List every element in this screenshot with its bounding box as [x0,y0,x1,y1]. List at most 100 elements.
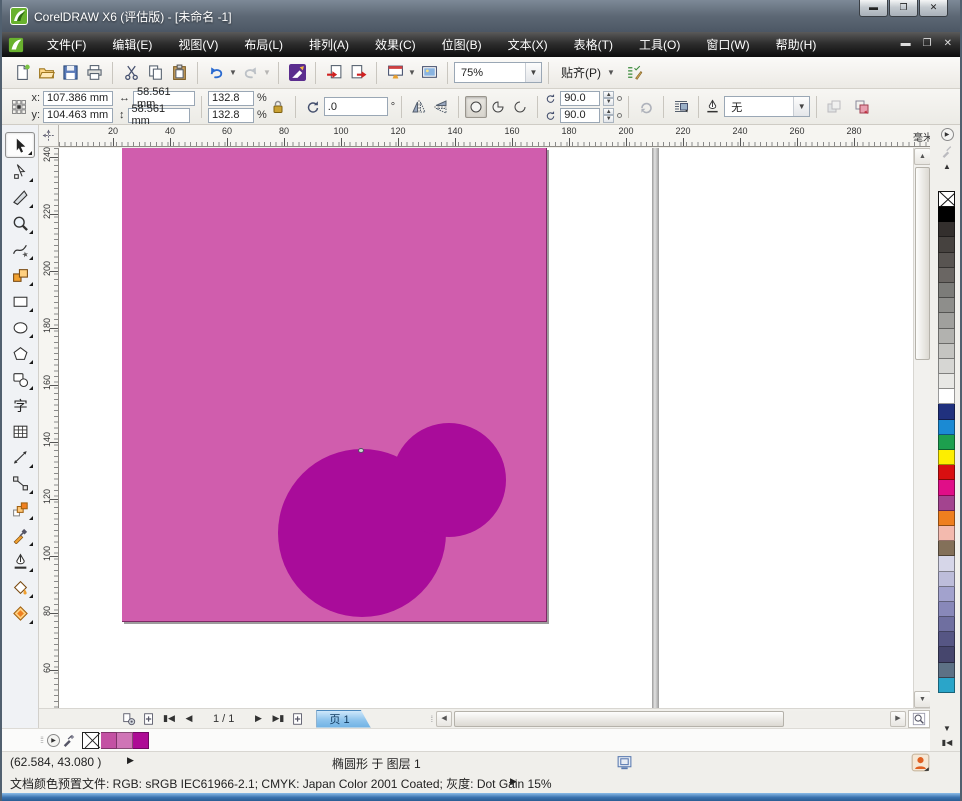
color-swatch-19[interactable] [938,496,955,511]
color-swatch-22[interactable] [938,541,955,556]
menu-item-10[interactable]: 窗口(W) [693,32,762,57]
end-angle-field[interactable]: 90.0 [560,108,600,123]
ellipse-mode-button[interactable] [465,96,487,118]
previous-page-button[interactable]: ◀ [179,713,199,724]
new-document-button[interactable] [10,61,34,85]
profile-flyout-arrow[interactable]: ▶ [510,776,517,787]
color-swatch-3[interactable] [938,253,955,268]
ellipse-node-marker[interactable] [358,448,364,453]
palette-grip[interactable]: ⁞⁞ [40,735,43,745]
scale-y-field[interactable]: 132.8 [208,108,254,123]
zoom-tool[interactable] [5,210,35,236]
change-direction-button[interactable] [635,96,657,118]
ellipse-tool[interactable] [5,314,35,340]
snap-to-button[interactable]: 贴齐(P) ▼ [555,62,622,83]
mirror-horizontal-button[interactable] [408,96,430,118]
rectangle-tool[interactable] [5,288,35,314]
text-tool[interactable]: 字 [5,392,35,418]
color-swatch-2[interactable] [938,237,955,252]
interactive-fill-tool[interactable] [5,600,35,626]
color-swatch-16[interactable] [938,450,955,465]
outline-width-combo[interactable]: 无 ▼ [724,96,810,117]
color-swatch-6[interactable] [938,298,955,313]
smart-fill-tool[interactable] [5,262,35,288]
menu-item-8[interactable]: 表格(T) [561,32,626,57]
mdi-minimize-button[interactable]: ▬ [901,38,911,49]
menu-item-7[interactable]: 文本(X) [495,32,561,57]
scroll-down-button[interactable]: ▼ [914,691,931,708]
search-content-button[interactable] [285,61,309,85]
zoom-dropdown-arrow[interactable]: ▼ [525,63,541,82]
color-swatch-31[interactable] [938,678,955,693]
color-swatch-25[interactable] [938,587,955,602]
color-swatch-5[interactable] [938,283,955,298]
ruler-origin-button[interactable] [39,125,59,147]
outline-width-arrow[interactable]: ▼ [793,97,809,116]
document-palette-flyout-button[interactable]: ▶ [47,734,60,747]
color-palette-flyout-button[interactable]: ▶ [941,128,954,141]
to-back-of-layer-button[interactable] [823,96,845,118]
mirror-vertical-button[interactable] [430,96,452,118]
page-tab[interactable]: 页 1 [316,710,370,728]
rotation-angle-field[interactable]: .0 [324,97,388,116]
horizontal-scroll-thumb[interactable] [454,711,784,727]
color-swatch-4[interactable] [938,268,955,283]
import-button[interactable] [322,61,346,85]
menu-item-4[interactable]: 排列(A) [296,32,362,57]
open-button[interactable] [34,61,58,85]
polygon-tool[interactable] [5,340,35,366]
scrollbar-splitter[interactable]: ⁞ [431,714,435,724]
color-swatch-1[interactable] [938,222,955,237]
print-button[interactable] [82,61,106,85]
freehand-tool[interactable] [5,236,35,262]
vertical-scroll-thumb[interactable] [915,167,930,360]
connector-tool[interactable] [5,470,35,496]
minimize-button[interactable]: ▬ [859,0,888,17]
color-swatch-29[interactable] [938,647,955,662]
color-swatch-18[interactable] [938,480,955,495]
scroll-up-button[interactable]: ▲ [914,148,931,165]
first-page-button[interactable]: ▮◀ [159,713,179,724]
menu-item-1[interactable]: 编辑(E) [99,32,165,57]
x-position-field[interactable]: 107.386 mm [43,91,113,106]
menu-item-2[interactable]: 视图(V) [165,32,231,57]
welcome-screen-button[interactable] [417,61,441,85]
basic-shapes-tool[interactable] [5,366,35,392]
color-swatch-9[interactable] [938,344,955,359]
menu-item-5[interactable]: 效果(C) [362,32,429,57]
menu-item-11[interactable]: 帮助(H) [763,32,830,57]
color-swatch-17[interactable] [938,465,955,480]
scroll-right-button[interactable]: ▶ [890,711,906,727]
object-height-field[interactable]: 58.561 mm [128,108,190,123]
start-angle-field[interactable]: 90.0 [560,91,600,106]
vertical-ruler[interactable]: 2402202001801601401201008060 [39,148,59,708]
color-swatch-12[interactable] [938,389,955,404]
redo-dropdown-arrow[interactable]: ▼ [262,68,272,77]
zoom-level-combo[interactable]: 75% ▼ [454,62,542,83]
color-swatch-11[interactable] [938,374,955,389]
last-page-button[interactable]: ▶▮ [268,713,288,724]
drawing-canvas[interactable] [59,148,913,708]
page-settings-icon[interactable] [119,712,139,726]
color-proof-icon[interactable] [616,754,633,771]
palette-scroll-down-arrow[interactable]: ▼ [943,724,951,733]
membership-account-icon[interactable] [911,753,930,772]
document-color-swatch-2[interactable] [133,732,149,749]
vertical-scrollbar[interactable]: ▲ ▼ [913,148,930,708]
convert-to-curves-button[interactable] [851,96,873,118]
lock-ratio-button[interactable] [267,96,289,118]
paste-button[interactable] [167,61,191,85]
start-angle-spinner[interactable]: ▲▼ [603,91,614,106]
color-swatch-10[interactable] [938,359,955,374]
copy-button[interactable] [143,61,167,85]
wrap-text-button[interactable] [670,96,692,118]
color-swatch-26[interactable] [938,602,955,617]
color-swatch-0[interactable] [938,207,955,222]
menu-item-6[interactable]: 位图(B) [429,32,495,57]
color-swatch-21[interactable] [938,526,955,541]
color-swatch-13[interactable] [938,404,955,419]
cut-button[interactable] [119,61,143,85]
color-swatch-7[interactable] [938,313,955,328]
document-color-swatch-1[interactable] [117,732,133,749]
undo-button[interactable] [204,61,228,85]
